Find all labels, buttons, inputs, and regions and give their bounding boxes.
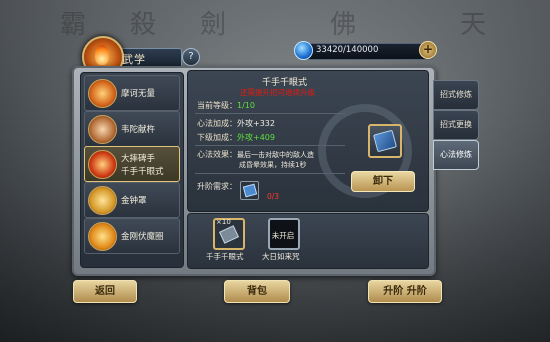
slot-label: 千手千眼式: [206, 252, 244, 261]
skill-item[interactable]: 金刚伏魔圈: [84, 218, 180, 254]
monk-icon: [88, 115, 117, 144]
slot-locked-text: 未开启: [271, 231, 295, 240]
skill-subname: 千手千眼式: [121, 167, 164, 177]
golden-bell-icon: [88, 186, 117, 215]
divider: [195, 145, 345, 146]
slot-label: 大日如来咒: [262, 252, 300, 261]
background-calligraphy: 天: [460, 10, 487, 40]
skill-name: 大摔碑手: [121, 154, 156, 164]
scroll-icon: [242, 183, 258, 198]
background-calligraphy: 霸: [60, 10, 87, 40]
upgrade-warning: 还需提升招可继续升级: [240, 88, 315, 97]
tab-move-training[interactable]: 招式修炼: [433, 80, 479, 110]
add-currency-button[interactable]: +: [419, 41, 437, 59]
skill-name: 摩诃无量: [121, 89, 156, 99]
sword-icon: [219, 225, 239, 244]
gem-icon: [294, 41, 313, 60]
effect-row: 心法效果：最后一击对敌中的敌人造: [197, 149, 314, 160]
requirement-label: 升阶需求：: [197, 182, 237, 191]
scroll-icon: [373, 129, 397, 153]
skill-name: 金刚伏魔圈: [121, 232, 164, 242]
effect-text-1: 最后一击对敌中的敌人造: [237, 151, 314, 159]
fire-fist-icon: [88, 79, 117, 108]
upgrade-button[interactable]: 升阶 升阶: [368, 280, 442, 303]
equipped-scroll-slot[interactable]: [368, 124, 402, 158]
next-bonus-row: 下级加成：外攻+409: [197, 132, 275, 143]
skill-item[interactable]: 摩诃无量: [84, 75, 180, 111]
back-button[interactable]: 返回: [73, 280, 137, 303]
level-value: 1/10: [237, 101, 255, 110]
skill-name: 金钟罩: [121, 196, 147, 206]
effect-text-2: 成昏晕效果，持续1秒: [239, 161, 307, 169]
skill-item-selected[interactable]: 大摔碑手 千手千眼式: [84, 146, 180, 182]
level-label: 当前等级：: [197, 101, 237, 110]
bonus-value: 外攻+332: [237, 119, 275, 128]
slot-count: ×10: [216, 218, 231, 226]
skill-name: 韦陀献杵: [121, 125, 156, 135]
bag-button[interactable]: 背包: [224, 280, 290, 303]
background-calligraphy: 殺: [130, 10, 157, 40]
palm-strike-icon: [88, 150, 117, 179]
unequip-button[interactable]: 卸下: [351, 171, 415, 192]
level-row: 当前等级：1/10: [197, 100, 255, 111]
requirement-count: 0/3: [267, 192, 280, 201]
divider: [195, 173, 345, 174]
background-calligraphy: 佛: [330, 10, 357, 40]
requirement-item-slot[interactable]: [240, 181, 259, 200]
page-title: 武学: [122, 53, 146, 66]
currency-value: 33420/140000: [316, 45, 379, 55]
bonus-label: 心法加成：: [197, 119, 237, 128]
effect-label: 心法效果：: [197, 150, 237, 159]
skill-item[interactable]: 韦陀献杵: [84, 111, 180, 147]
skill-item[interactable]: 金钟罩: [84, 182, 180, 218]
next-bonus-label: 下级加成：: [197, 133, 237, 142]
help-button[interactable]: ?: [182, 48, 200, 66]
next-bonus-value: 外攻+409: [237, 133, 275, 142]
divider: [195, 113, 345, 114]
bonus-row: 心法加成：外攻+332: [197, 118, 275, 129]
vajra-ring-icon: [88, 222, 117, 251]
tab-move-change[interactable]: 招式更换: [433, 110, 479, 140]
background-calligraphy: 劍: [200, 10, 227, 40]
tab-heart-method-training[interactable]: 心法修炼: [433, 140, 479, 170]
